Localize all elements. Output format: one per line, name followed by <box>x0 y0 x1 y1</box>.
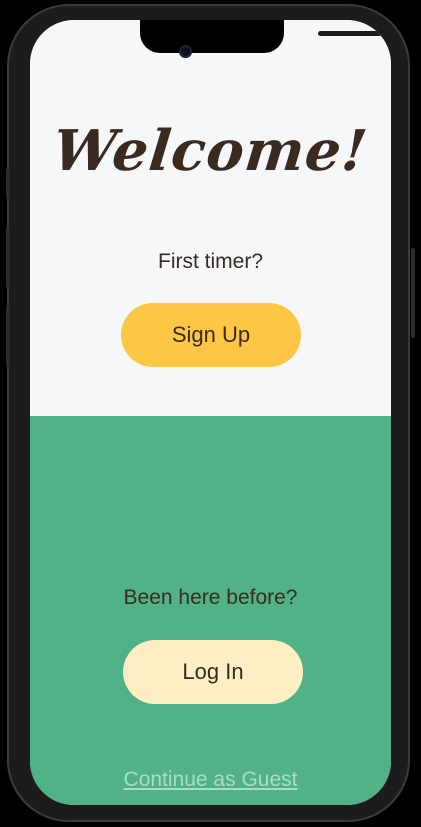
welcome-title: Welcome! <box>49 118 372 184</box>
app-screen: Welcome! First timer? Sign Up Been here … <box>30 20 391 805</box>
speaker-grille <box>318 31 382 36</box>
power-button <box>411 248 415 338</box>
volume-down-button <box>6 306 10 366</box>
silent-switch <box>6 168 10 198</box>
device-notch <box>140 20 382 53</box>
returning-user-prompt: Been here before? <box>123 586 298 609</box>
first-timer-prompt: First timer? <box>158 250 263 273</box>
volume-up-button <box>6 228 10 288</box>
log-in-button[interactable]: Log In <box>123 640 303 704</box>
continue-as-guest-link[interactable]: Continue as Guest <box>30 768 391 792</box>
sign-up-button[interactable]: Sign Up <box>121 303 301 367</box>
login-section <box>30 416 391 805</box>
camera-icon <box>179 45 192 58</box>
